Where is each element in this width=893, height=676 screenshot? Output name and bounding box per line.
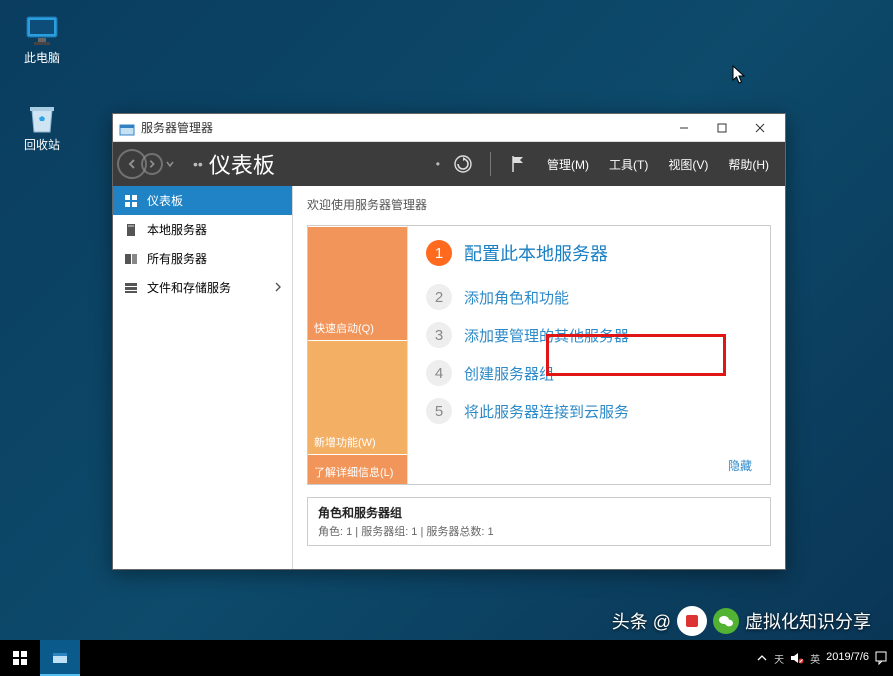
refresh-button[interactable] [448, 149, 478, 179]
sidebar-item-dashboard[interactable]: 仪表板 [113, 186, 292, 215]
nav-dropdown-chevron-icon[interactable] [165, 159, 175, 169]
nav-chev-small: • [436, 157, 440, 171]
storage-icon [123, 280, 139, 296]
servers-icon [123, 251, 139, 267]
tile-label: 了解详细信息(L) [314, 464, 393, 480]
monitor-icon [23, 15, 61, 49]
step-badge-5: 5 [426, 398, 452, 424]
start-button[interactable] [0, 640, 40, 676]
watermark-prefix: 头条 @ [612, 608, 671, 634]
desktop-icon-label: 此电脑 [8, 49, 76, 66]
taskbar: 天 英 2019/7/6 [0, 640, 893, 676]
desktop-icon-label: 回收站 [8, 136, 76, 153]
action-center-icon[interactable] [875, 651, 887, 665]
task-connect-cloud[interactable]: 5 将此服务器连接到云服务 [426, 398, 752, 424]
sidebar-item-label: 仪表板 [147, 192, 183, 209]
avatar-icon [677, 606, 707, 636]
ime-indicator-2[interactable]: 英 [810, 651, 820, 666]
main-panel: 欢迎使用服务器管理器 快速启动(Q) 新增功能(W) 了解详细信息(L) 1 [293, 186, 785, 569]
tile-label: 新增功能(W) [314, 434, 376, 450]
menu-help[interactable]: 帮助(H) [722, 156, 775, 173]
step-badge-4: 4 [426, 360, 452, 386]
server-manager-icon [51, 649, 69, 665]
server-icon [123, 222, 139, 238]
navbar: •• 仪表板 • 管理(M) 工具(T) 视图(V) 帮助(H) [113, 142, 785, 186]
sidebar-item-local-server[interactable]: 本地服务器 [113, 215, 292, 244]
nav-breadcrumb-lead: •• [193, 156, 203, 172]
server-manager-icon [119, 120, 135, 136]
hide-link[interactable]: 隐藏 [728, 457, 752, 474]
refresh-icon [453, 154, 473, 174]
menu-tools[interactable]: 工具(T) [603, 156, 654, 173]
volume-icon[interactable] [790, 652, 804, 664]
tray-up-icon[interactable] [756, 652, 768, 664]
watermark: 头条 @ 虚拟化知识分享 [612, 606, 871, 636]
close-button[interactable] [741, 115, 779, 141]
sidebar-item-label: 本地服务器 [147, 221, 207, 238]
wechat-icon [713, 608, 739, 634]
step-badge-3: 3 [426, 322, 452, 348]
watermark-text: 虚拟化知识分享 [745, 608, 871, 634]
chevron-right-icon [274, 281, 282, 295]
task-label: 创建服务器组 [464, 363, 554, 384]
welcome-card: 快速启动(Q) 新增功能(W) 了解详细信息(L) 1 配置此本地服务器 [307, 225, 771, 485]
dashboard-icon [123, 193, 139, 209]
task-create-group[interactable]: 4 创建服务器组 [426, 360, 752, 386]
step-badge-2: 2 [426, 284, 452, 310]
sidebar-item-label: 所有服务器 [147, 250, 207, 267]
task-add-roles[interactable]: 2 添加角色和功能 [426, 284, 752, 310]
ime-indicator-1[interactable]: 天 [774, 651, 784, 666]
sidebar-item-file-storage[interactable]: 文件和存储服务 [113, 273, 292, 302]
minimize-button[interactable] [665, 115, 703, 141]
recycle-bin-icon [23, 100, 61, 136]
sidebar: 仪表板 本地服务器 所有服务器 文件和存储服务 [113, 186, 293, 569]
task-label: 添加角色和功能 [464, 287, 569, 308]
windows-logo-icon [12, 650, 28, 666]
roles-group: 角色和服务器组 角色: 1 | 服务器组: 1 | 服务器总数: 1 [307, 497, 771, 546]
tile-learn-more[interactable]: 了解详细信息(L) [308, 454, 407, 484]
task-label: 配置此本地服务器 [464, 240, 608, 266]
tile-quick-start[interactable]: 快速启动(Q) [308, 226, 407, 340]
step-badge-1: 1 [426, 240, 452, 266]
menu-view[interactable]: 视图(V) [662, 156, 714, 173]
maximize-button[interactable] [703, 115, 741, 141]
menu-manage[interactable]: 管理(M) [541, 156, 595, 173]
tile-label: 快速启动(Q) [314, 320, 374, 336]
window-title: 服务器管理器 [141, 119, 665, 136]
desktop-icon-pc[interactable]: 此电脑 [8, 15, 76, 66]
task-configure-server[interactable]: 1 配置此本地服务器 [426, 240, 752, 266]
flag-button[interactable] [503, 149, 533, 179]
nav-breadcrumb-title: 仪表板 [209, 148, 275, 180]
sidebar-item-label: 文件和存储服务 [147, 279, 231, 296]
welcome-header: 欢迎使用服务器管理器 [293, 186, 785, 219]
roles-title: 角色和服务器组 [318, 504, 760, 521]
sidebar-item-all-servers[interactable]: 所有服务器 [113, 244, 292, 273]
titlebar[interactable]: 服务器管理器 [113, 114, 785, 142]
nav-forward-button[interactable] [141, 153, 163, 175]
desktop-icon-recycle[interactable]: 回收站 [8, 100, 76, 153]
task-add-other-servers[interactable]: 3 添加要管理的其他服务器 [426, 322, 752, 348]
roles-summary: 角色: 1 | 服务器组: 1 | 服务器总数: 1 [318, 523, 760, 539]
server-manager-window: 服务器管理器 •• 仪表板 • [112, 113, 786, 570]
cursor-icon [732, 65, 746, 85]
task-label: 添加要管理的其他服务器 [464, 325, 629, 346]
task-label: 将此服务器连接到云服务 [464, 401, 629, 422]
taskbar-date[interactable]: 2019/7/6 [826, 651, 869, 664]
tile-new-features[interactable]: 新增功能(W) [308, 340, 407, 454]
flag-icon [510, 155, 526, 173]
taskbar-app-server-manager[interactable] [40, 640, 80, 676]
